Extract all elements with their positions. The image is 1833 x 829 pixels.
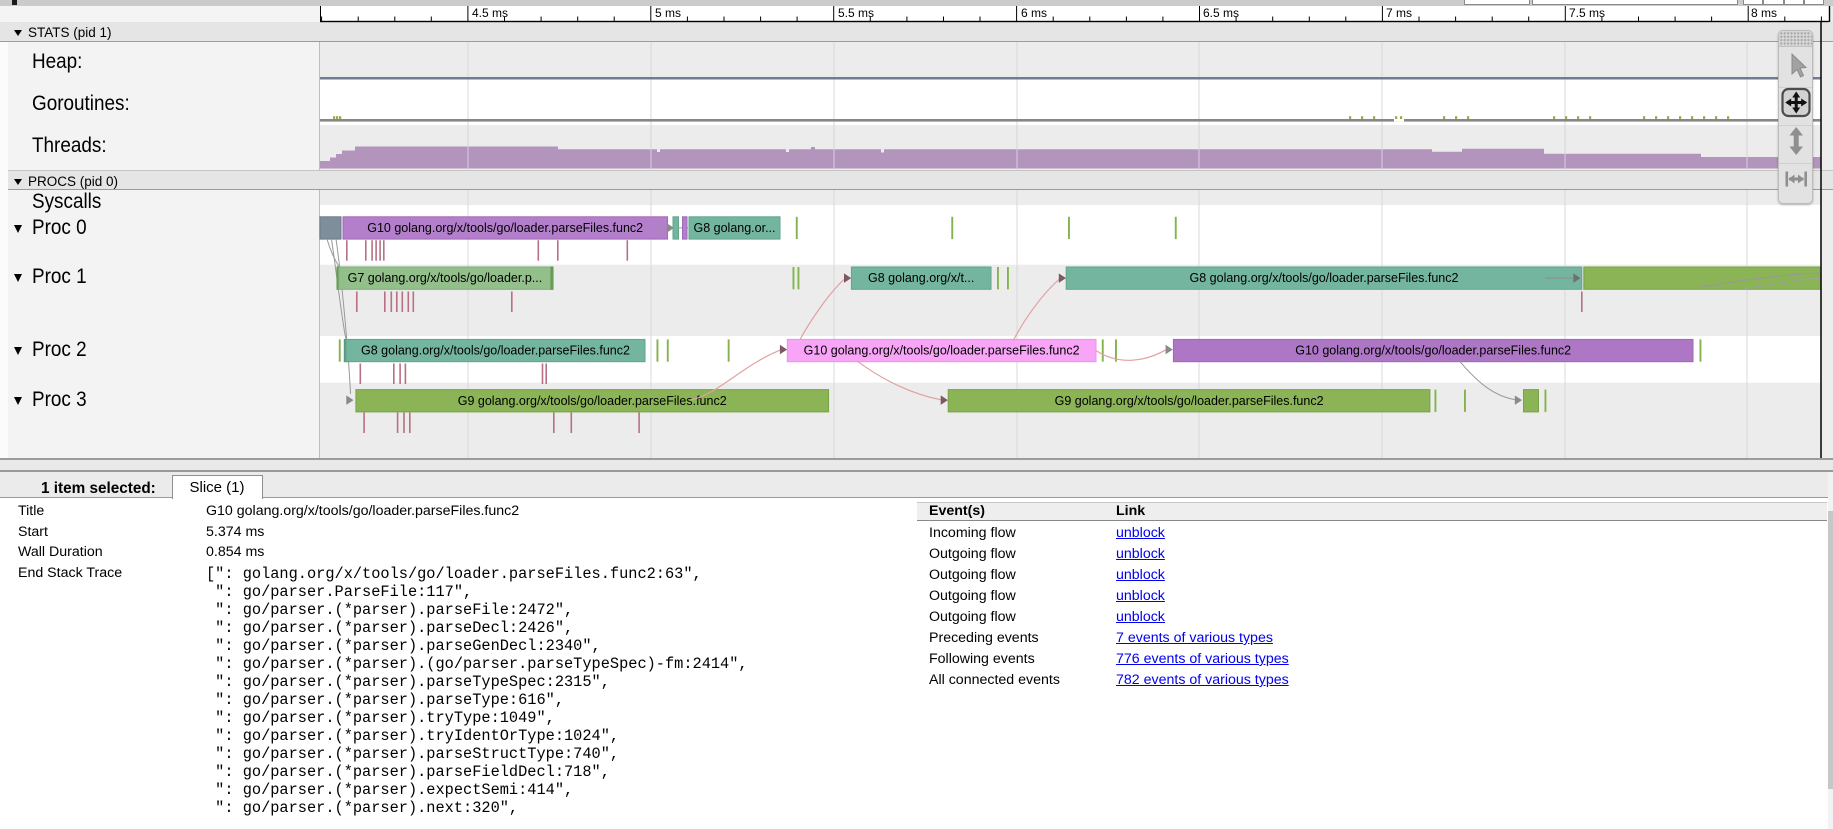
svg-text:G8 golang.org/x/t...: G8 golang.org/x/t... bbox=[868, 271, 974, 285]
svg-text:G8 golang.or...: G8 golang.or... bbox=[693, 221, 775, 235]
svg-text:G10 golang.org/x/tools/go/load: G10 golang.org/x/tools/go/loader.parseFi… bbox=[804, 344, 1080, 358]
svg-text:7.5 ms: 7.5 ms bbox=[1569, 6, 1605, 20]
svg-text:G8 golang.org/x/tools/go/loade: G8 golang.org/x/tools/go/loader.parseFil… bbox=[361, 344, 630, 358]
svg-text:6 ms: 6 ms bbox=[1021, 6, 1047, 20]
svg-text:G9 golang.org/x/tools/go/loade: G9 golang.org/x/tools/go/loader.parseFil… bbox=[1055, 394, 1324, 408]
svg-text:8 ms: 8 ms bbox=[1751, 6, 1777, 20]
svg-text:G8 golang.org/x/tools/go/loade: G8 golang.org/x/tools/go/loader.parseFil… bbox=[1190, 271, 1459, 285]
svg-text:6.5 ms: 6.5 ms bbox=[1203, 6, 1239, 20]
svg-text:G10 golang.org/x/tools/go/load: G10 golang.org/x/tools/go/loader.parseFi… bbox=[367, 221, 643, 235]
svg-text:5.5 ms: 5.5 ms bbox=[838, 6, 874, 20]
svg-text:4.5 ms: 4.5 ms bbox=[472, 6, 508, 20]
svg-text:7 ms: 7 ms bbox=[1386, 6, 1412, 20]
svg-text:5 ms: 5 ms bbox=[655, 6, 681, 20]
svg-text:G9 golang.org/x/tools/go/loade: G9 golang.org/x/tools/go/loader.parseFil… bbox=[458, 394, 727, 408]
svg-text:G7 golang.org/x/tools/go/loade: G7 golang.org/x/tools/go/loader.p... bbox=[348, 271, 543, 285]
svg-text:G10 golang.org/x/tools/go/load: G10 golang.org/x/tools/go/loader.parseFi… bbox=[1295, 344, 1571, 358]
